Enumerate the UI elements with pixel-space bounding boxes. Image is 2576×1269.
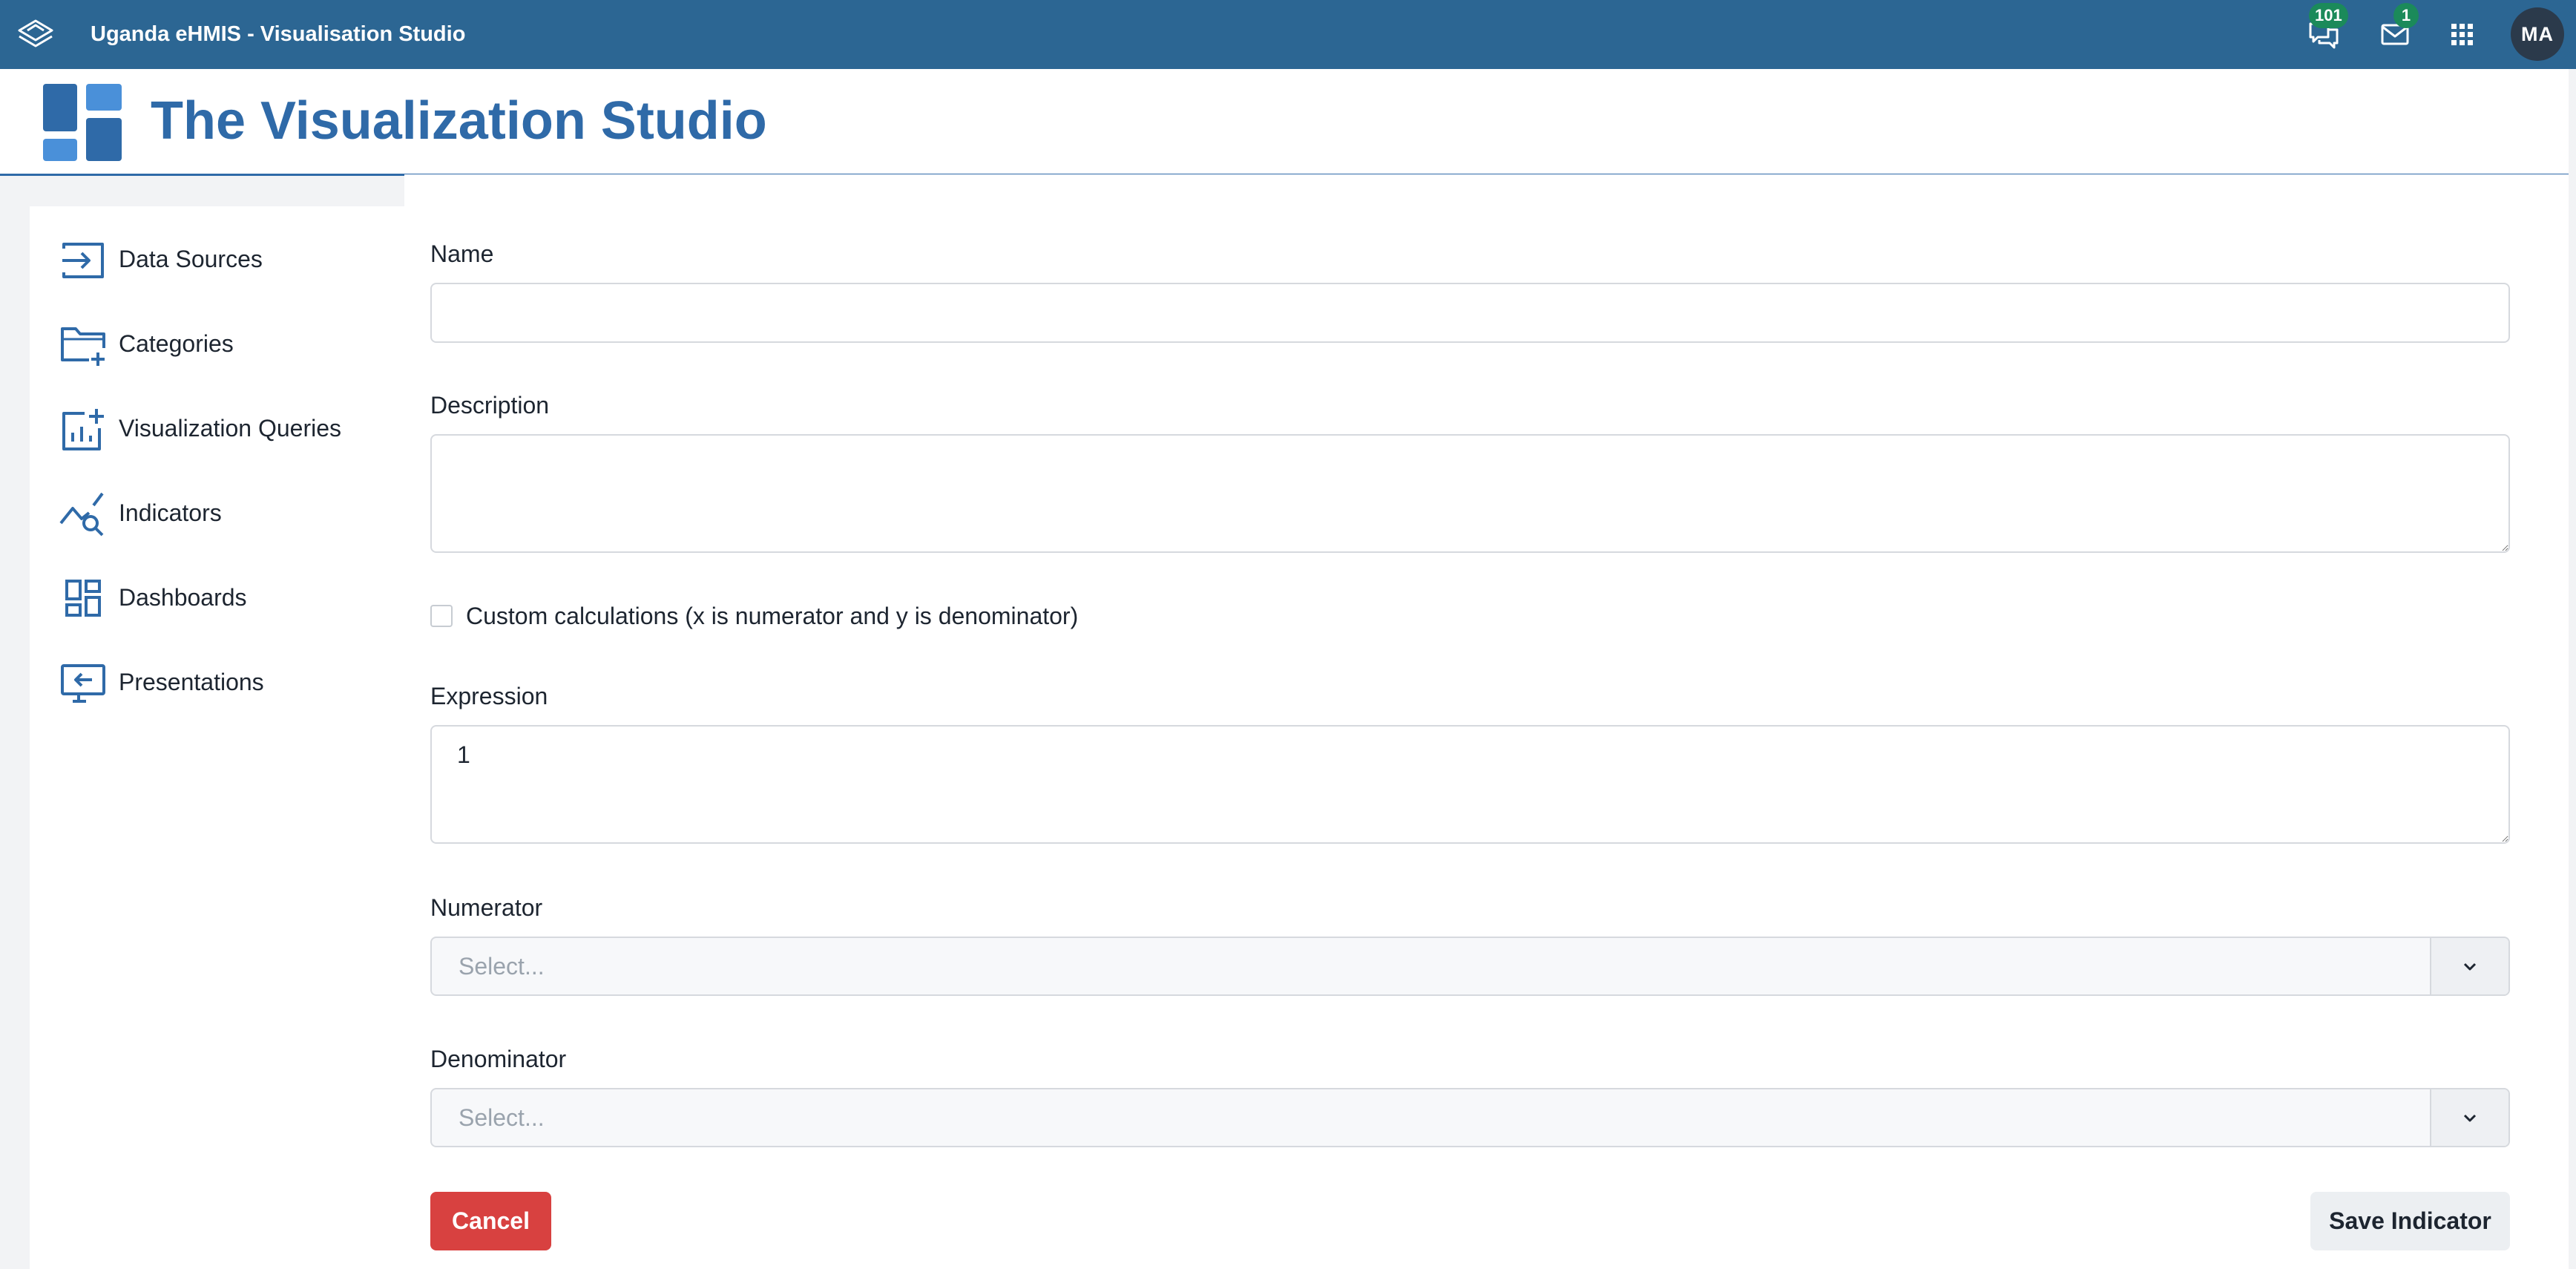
- custom-calculations-label[interactable]: Custom calculations (x is numerator and …: [466, 600, 1078, 632]
- sidebar-item-presentations[interactable]: Presentations: [30, 649, 404, 715]
- dashboard-layout-icon: [65, 580, 101, 617]
- sidebar-item-indicators[interactable]: Indicators: [30, 479, 404, 546]
- numerator-dropdown-button[interactable]: [2430, 938, 2508, 994]
- trend-search-icon: [59, 492, 104, 537]
- denominator-dropdown-button[interactable]: [2430, 1089, 2508, 1146]
- save-indicator-button[interactable]: Save Indicator: [2310, 1192, 2510, 1250]
- sidebar-item-categories[interactable]: Categories: [30, 310, 404, 377]
- denominator-label: Denominator: [430, 1046, 567, 1072]
- input-arrow-icon: [62, 243, 104, 278]
- sidebar-item-dashboards[interactable]: Dashboards: [30, 564, 404, 631]
- sidebar-item-label: Categories: [119, 330, 234, 357]
- sidebar-item-label: Data Sources: [119, 246, 263, 272]
- numerator-label: Numerator: [430, 894, 543, 921]
- apps-grid-icon[interactable]: [2444, 16, 2480, 52]
- sidebar-item-label: Dashboards: [119, 584, 247, 611]
- dashboard-tiles-icon: [43, 84, 122, 161]
- messages-button[interactable]: 1: [2371, 0, 2431, 69]
- description-label: Description: [430, 392, 550, 419]
- numerator-select[interactable]: Select...: [430, 937, 2510, 996]
- app-title: Uganda eHMIS - Visualisation Studio: [91, 22, 466, 46]
- page-header: The Visualization Studio: [0, 69, 2569, 176]
- sidebar: Data Sources Categories Visualization Qu…: [30, 206, 404, 1269]
- chevron-down-icon: [2463, 1114, 2477, 1122]
- expression-label: Expression: [430, 683, 548, 709]
- chart-add-icon: [62, 409, 104, 450]
- expression-textarea[interactable]: 1: [430, 725, 2510, 844]
- messages-badge: 1: [2393, 3, 2419, 28]
- top-bar: Uganda eHMIS - Visualisation Studio 101 …: [0, 0, 2576, 69]
- indicator-form: Name Description Custom calculations (x …: [404, 174, 2569, 1269]
- sidebar-item-data-sources[interactable]: Data Sources: [30, 226, 404, 292]
- sidebar-item-label: Indicators: [119, 499, 222, 526]
- sidebar-item-visualization-queries[interactable]: Visualization Queries: [30, 395, 404, 462]
- denominator-placeholder: Select...: [459, 1104, 545, 1131]
- cancel-button[interactable]: Cancel: [430, 1192, 551, 1250]
- numerator-placeholder: Select...: [459, 953, 545, 980]
- description-textarea[interactable]: [430, 434, 2510, 553]
- dhis2-layers-icon[interactable]: [16, 16, 55, 52]
- interpretations-button[interactable]: 101: [2300, 0, 2359, 69]
- sidebar-item-label: Presentations: [119, 669, 264, 695]
- name-input[interactable]: [430, 283, 2510, 343]
- presentation-screen-icon: [61, 664, 105, 703]
- sidebar-item-label: Visualization Queries: [119, 415, 342, 442]
- interpretations-badge: 101: [2309, 3, 2348, 28]
- user-avatar[interactable]: MA: [2511, 7, 2564, 61]
- denominator-select[interactable]: Select...: [430, 1088, 2510, 1147]
- chevron-down-icon: [2463, 963, 2477, 971]
- page-title: The Visualization Studio: [151, 91, 767, 151]
- folder-add-icon: [61, 327, 105, 366]
- name-label: Name: [430, 240, 494, 267]
- custom-calculations-checkbox[interactable]: [430, 605, 453, 627]
